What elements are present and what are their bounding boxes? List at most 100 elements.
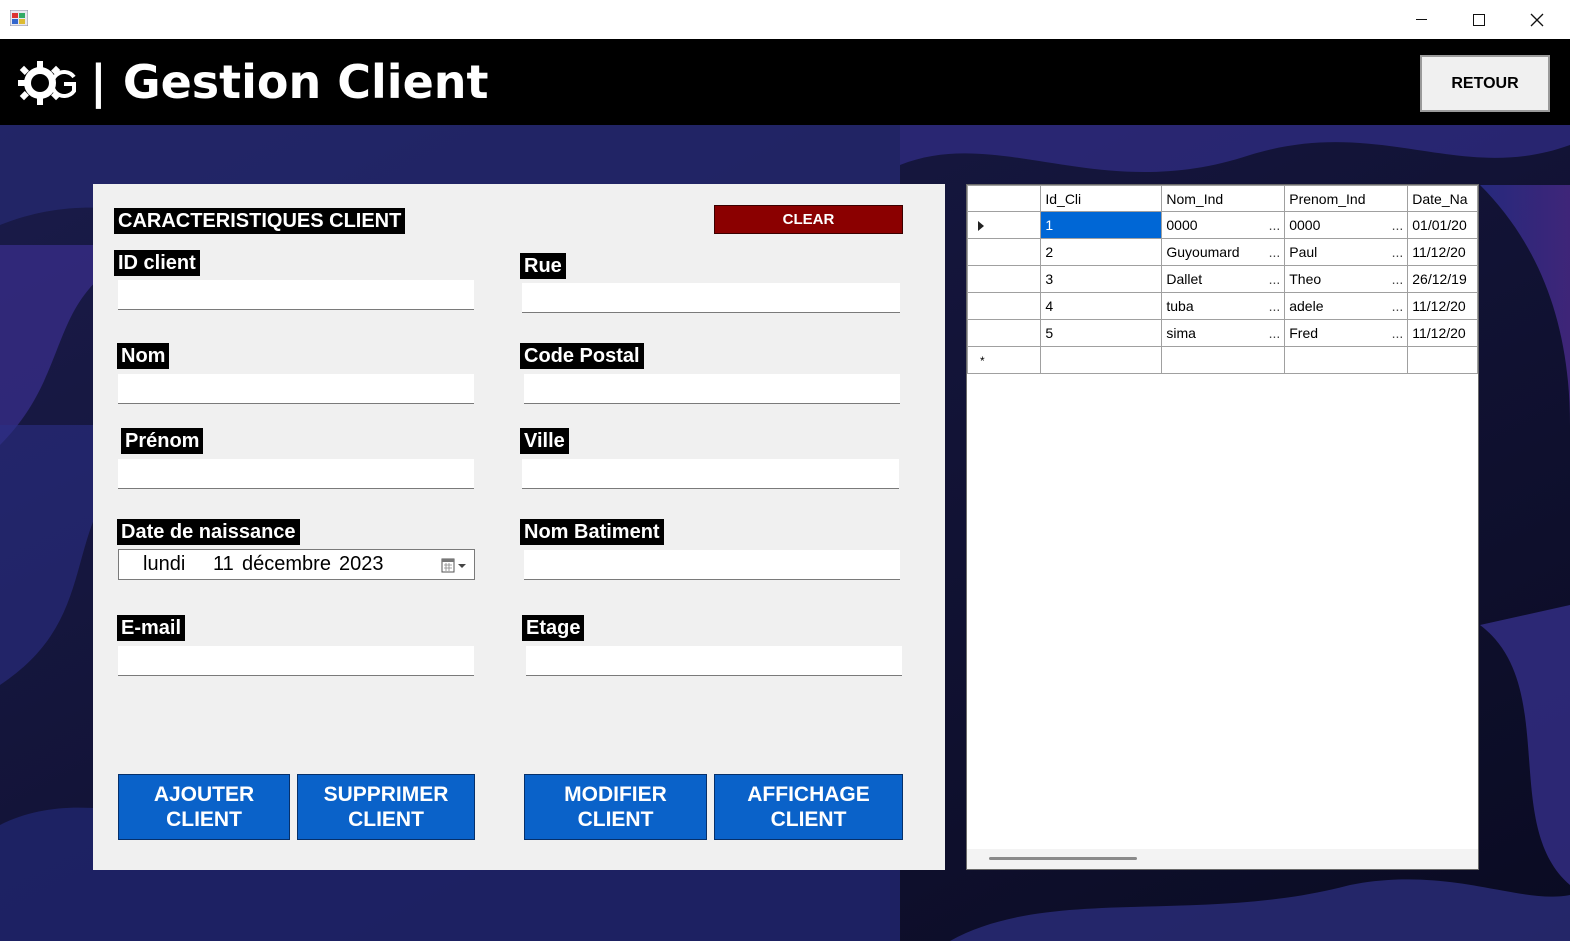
window-titlebar bbox=[0, 0, 1570, 40]
client-form-panel: CARACTERISTIQUES CLIENT CLEAR ID client … bbox=[93, 184, 945, 870]
table-cell[interactable]: 11/12/20 bbox=[1407, 292, 1478, 320]
cell-ellipsis: ... bbox=[1268, 298, 1281, 314]
table-cell[interactable]: 0000... bbox=[1161, 211, 1286, 239]
rue-input[interactable] bbox=[522, 283, 900, 313]
calendar-dropdown-icon[interactable] bbox=[441, 558, 469, 574]
id-client-input[interactable] bbox=[118, 280, 474, 310]
code-postal-input[interactable] bbox=[524, 374, 900, 404]
modifier-client-button[interactable]: MODIFIER CLIENT bbox=[524, 774, 707, 840]
cell-ellipsis: ... bbox=[1268, 325, 1281, 341]
table-header-row: Id_Cli Nom_Ind Prenom_Ind Date_Na bbox=[967, 185, 1478, 212]
table-cell[interactable]: Dallet... bbox=[1161, 265, 1286, 293]
table-cell[interactable]: 01/01/20 bbox=[1407, 211, 1478, 239]
table-cell[interactable]: 2 bbox=[1040, 238, 1163, 266]
horizontal-scrollbar[interactable] bbox=[967, 849, 1478, 869]
clients-data-grid[interactable]: Id_Cli Nom_Ind Prenom_Ind Date_Na 1 0000… bbox=[966, 184, 1479, 870]
cell-ellipsis: ... bbox=[1268, 271, 1281, 287]
date-naissance-picker[interactable]: lundi 11 décembre 2023 bbox=[118, 549, 475, 580]
row-header[interactable] bbox=[967, 319, 1042, 347]
code-postal-label: Code Postal bbox=[520, 343, 644, 369]
cell-ellipsis: ... bbox=[1391, 271, 1404, 287]
minimize-icon bbox=[1415, 19, 1427, 20]
table-cell[interactable]: 0000... bbox=[1284, 211, 1409, 239]
prenom-input[interactable] bbox=[118, 459, 474, 489]
supprimer-label-line2: CLIENT bbox=[348, 808, 424, 831]
table-cell[interactable]: 11/12/20 bbox=[1407, 238, 1478, 266]
column-header-date-na[interactable]: Date_Na bbox=[1407, 185, 1478, 212]
modifier-label-line2: CLIENT bbox=[577, 808, 654, 831]
row-header[interactable] bbox=[967, 292, 1042, 320]
ajouter-client-button[interactable]: AJOUTER CLIENT bbox=[118, 774, 290, 840]
email-input[interactable] bbox=[118, 646, 474, 676]
column-header-prenom-ind[interactable]: Prenom_Ind bbox=[1284, 185, 1409, 212]
date-year: 2023 bbox=[339, 553, 384, 575]
new-row[interactable]: * bbox=[967, 346, 1478, 374]
cell-ellipsis: ... bbox=[1391, 325, 1404, 341]
cell-text: Paul bbox=[1289, 244, 1318, 260]
current-row-arrow-icon bbox=[978, 221, 984, 232]
date-naissance-label: Date de naissance bbox=[117, 519, 300, 545]
nom-batiment-input[interactable] bbox=[524, 550, 900, 580]
app-window-icon bbox=[10, 10, 28, 26]
cell-text: adele bbox=[1289, 298, 1324, 314]
affichage-label-line1: AFFICHAGE bbox=[747, 783, 870, 806]
date-weekday: lundi bbox=[143, 553, 186, 575]
app-header: | Gestion Client RETOUR bbox=[0, 39, 1570, 125]
etage-input[interactable] bbox=[526, 646, 902, 676]
row-header[interactable] bbox=[967, 265, 1042, 293]
table-row[interactable]: 2 Guyoumard... Paul... 11/12/20 bbox=[967, 238, 1478, 266]
table-cell[interactable]: 26/12/19 bbox=[1407, 265, 1478, 293]
cell-text: 0000 bbox=[1289, 217, 1321, 233]
table-cell[interactable] bbox=[1040, 346, 1163, 374]
row-header[interactable] bbox=[967, 211, 1042, 239]
table-cell[interactable]: 4 bbox=[1040, 292, 1163, 320]
clients-table: Id_Cli Nom_Ind Prenom_Ind Date_Na 1 0000… bbox=[967, 185, 1478, 374]
prenom-label: Prénom bbox=[121, 428, 204, 454]
table-row[interactable]: 4 tuba... adele... 11/12/20 bbox=[967, 292, 1478, 320]
close-window-button[interactable] bbox=[1508, 0, 1566, 39]
table-row[interactable]: 3 Dallet... Theo... 26/12/19 bbox=[967, 265, 1478, 293]
cell-text: Guyoumard bbox=[1166, 244, 1240, 260]
column-header-nom-ind[interactable]: Nom_Ind bbox=[1161, 185, 1286, 212]
email-label: E-mail bbox=[117, 615, 186, 641]
row-header[interactable] bbox=[967, 238, 1042, 266]
table-cell[interactable]: 5 bbox=[1040, 319, 1163, 347]
nom-label: Nom bbox=[117, 343, 170, 369]
table-cell[interactable]: adele... bbox=[1284, 292, 1409, 320]
table-cell[interactable] bbox=[1161, 346, 1286, 374]
new-row-header[interactable]: * bbox=[967, 346, 1042, 374]
table-cell[interactable]: 11/12/20 bbox=[1407, 319, 1478, 347]
scrollbar-thumb[interactable] bbox=[989, 857, 1137, 860]
supprimer-client-button[interactable]: SUPPRIMER CLIENT bbox=[297, 774, 475, 840]
section-title: CARACTERISTIQUES CLIENT bbox=[114, 208, 406, 234]
table-cell[interactable]: sima... bbox=[1161, 319, 1286, 347]
table-cell[interactable]: Paul... bbox=[1284, 238, 1409, 266]
affichage-client-button[interactable]: AFFICHAGE CLIENT bbox=[714, 774, 903, 840]
table-cell[interactable] bbox=[1284, 346, 1409, 374]
nom-batiment-label: Nom Batiment bbox=[520, 519, 664, 545]
table-row[interactable]: 5 sima... Fred... 11/12/20 bbox=[967, 319, 1478, 347]
table-row[interactable]: 1 0000... 0000... 01/01/20 bbox=[967, 211, 1478, 239]
ville-input[interactable] bbox=[522, 459, 899, 489]
table-cell[interactable]: Guyoumard... bbox=[1161, 238, 1286, 266]
maximize-icon bbox=[1473, 13, 1485, 26]
table-cell[interactable]: Fred... bbox=[1284, 319, 1409, 347]
id-client-label: ID client bbox=[114, 250, 200, 276]
app-title: | Gestion Client bbox=[90, 55, 489, 109]
table-cell[interactable]: 3 bbox=[1040, 265, 1163, 293]
maximize-button[interactable] bbox=[1450, 0, 1508, 39]
date-month: décembre bbox=[242, 553, 331, 575]
table-cell[interactable]: tuba... bbox=[1161, 292, 1286, 320]
column-header-id-cli[interactable]: Id_Cli bbox=[1040, 185, 1163, 212]
cell-ellipsis: ... bbox=[1391, 298, 1404, 314]
retour-button[interactable]: RETOUR bbox=[1420, 55, 1550, 112]
cell-text: Theo bbox=[1289, 271, 1322, 287]
table-cell[interactable] bbox=[1407, 346, 1478, 374]
cell-text: 0000 bbox=[1166, 217, 1198, 233]
minimize-button[interactable] bbox=[1392, 0, 1450, 39]
table-cell[interactable]: 1 bbox=[1040, 211, 1163, 239]
clear-button[interactable]: CLEAR bbox=[714, 205, 903, 234]
table-cell[interactable]: Theo... bbox=[1284, 265, 1409, 293]
nom-input[interactable] bbox=[118, 374, 474, 404]
etage-label: Etage bbox=[522, 615, 585, 641]
